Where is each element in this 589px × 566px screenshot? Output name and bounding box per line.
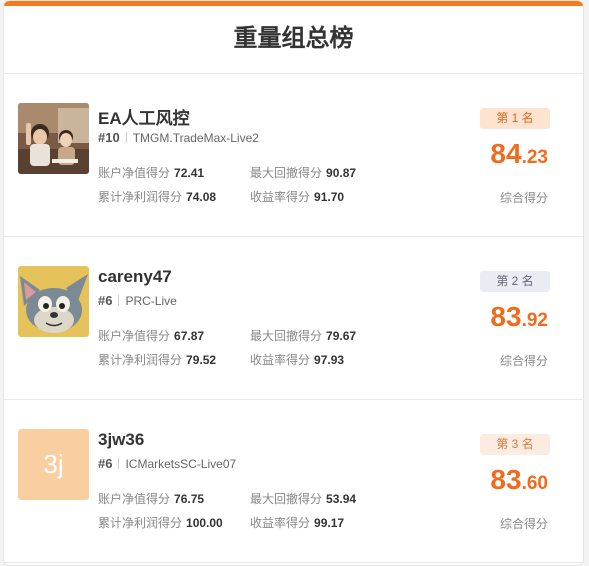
total-score: 83.92 xyxy=(490,301,548,333)
score-integer: 83 xyxy=(490,464,522,495)
score-label: 综合得分 xyxy=(499,354,548,368)
metric-value: 76.75 xyxy=(174,492,205,506)
metric-label: 累计净利润得分 xyxy=(98,190,183,204)
entry-server: TMGM.TradeMax-Live2 xyxy=(132,130,259,145)
metric-label: 账户净值得分 xyxy=(98,329,171,343)
entry-name[interactable]: careny47 xyxy=(98,267,172,287)
metric-value: 99.17 xyxy=(314,516,345,530)
metric-value: 67.87 xyxy=(174,329,205,343)
score-fraction: .60 xyxy=(521,473,548,494)
score-label: 综合得分 xyxy=(499,191,548,205)
metric-label: 收益率得分 xyxy=(250,190,311,204)
metric-profit: 累计净利润得分 79.52 xyxy=(98,351,216,368)
metric-value: 100.00 xyxy=(186,516,223,530)
metric-value: 72.41 xyxy=(174,166,205,180)
metric-label: 收益率得分 xyxy=(250,353,311,367)
metric-value: 53.94 xyxy=(326,492,357,506)
score-integer: 84 xyxy=(490,138,522,169)
entry-subtitle: #6 PRC-Live xyxy=(98,293,177,308)
divider xyxy=(118,458,120,469)
metric-label: 累计净利润得分 xyxy=(98,353,183,367)
metric-return: 收益率得分 99.17 xyxy=(250,514,344,531)
entry-server: PRC-Live xyxy=(125,293,177,308)
photo-avatar-icon xyxy=(18,103,89,174)
leaderboard-entry[interactable]: EA人工风控 #10 TMGM.TradeMax-Live2 账户净值得分 72.… xyxy=(4,74,583,237)
entry-subtitle: #6 ICMarketsSC-Live07 xyxy=(98,456,236,471)
metric-return: 收益率得分 91.70 xyxy=(250,188,344,205)
metric-value: 90.87 xyxy=(326,166,357,180)
cartoon-cat-icon xyxy=(18,266,89,337)
metric-value: 74.08 xyxy=(186,190,217,204)
metric-drawdown: 最大回撤得分 53.94 xyxy=(250,490,356,507)
rank-badge: 第 1 名 xyxy=(480,108,550,129)
metric-label: 最大回撤得分 xyxy=(250,492,323,506)
score-fraction: .23 xyxy=(521,147,548,168)
page-title: 重量组总榜 xyxy=(4,6,583,74)
metric-net-value: 账户净值得分 76.75 xyxy=(98,490,204,507)
metric-label: 累计净利润得分 xyxy=(98,516,183,530)
leaderboard-entry[interactable]: 3j 3jw36 #6 ICMarketsSC-Live07 账户净值得分 76.… xyxy=(4,400,583,563)
entry-number: #6 xyxy=(98,293,113,308)
entry-server: ICMarketsSC-Live07 xyxy=(125,456,237,471)
metric-profit: 累计净利润得分 100.00 xyxy=(98,514,223,531)
entry-subtitle: #10 TMGM.TradeMax-Live2 xyxy=(98,130,259,145)
total-score: 84.23 xyxy=(490,138,548,170)
metric-label: 账户净值得分 xyxy=(98,492,171,506)
metric-value: 79.52 xyxy=(186,353,217,367)
metric-label: 最大回撤得分 xyxy=(250,166,323,180)
avatar[interactable] xyxy=(18,103,89,174)
score-integer: 83 xyxy=(490,301,522,332)
total-score: 83.60 xyxy=(490,464,548,496)
divider xyxy=(125,132,127,143)
rank-badge: 第 2 名 xyxy=(480,271,550,292)
metric-net-value: 账户净值得分 72.41 xyxy=(98,164,204,181)
metric-net-value: 账户净值得分 67.87 xyxy=(98,327,204,344)
metric-drawdown: 最大回撤得分 90.87 xyxy=(250,164,356,181)
leaderboard-panel: 重量组总榜 EA人工风控 #10 TMGM.TradeMax-Live2 账户净… xyxy=(3,0,584,566)
entry-name[interactable]: EA人工风控 xyxy=(98,104,190,129)
metric-profit: 累计净利润得分 74.08 xyxy=(98,188,216,205)
avatar[interactable] xyxy=(18,266,89,337)
entry-number: #6 xyxy=(98,456,113,471)
metric-label: 收益率得分 xyxy=(250,516,311,530)
score-fraction: .92 xyxy=(521,310,548,331)
metric-value: 97.93 xyxy=(314,353,345,367)
divider xyxy=(118,295,120,306)
rank-badge: 第 3 名 xyxy=(480,434,550,455)
metric-label: 账户净值得分 xyxy=(98,166,171,180)
entry-number: #10 xyxy=(98,130,120,145)
metric-label: 最大回撤得分 xyxy=(250,329,323,343)
metric-value: 91.70 xyxy=(314,190,345,204)
metric-value: 79.67 xyxy=(326,329,357,343)
entry-name[interactable]: 3jw36 xyxy=(98,430,144,450)
leaderboard-entry[interactable]: careny47 #6 PRC-Live 账户净值得分 67.87 最大回撤得分 7… xyxy=(4,237,583,400)
score-label: 综合得分 xyxy=(499,517,548,531)
metric-drawdown: 最大回撤得分 79.67 xyxy=(250,327,356,344)
avatar[interactable]: 3j xyxy=(18,429,89,500)
metric-return: 收益率得分 97.93 xyxy=(250,351,344,368)
